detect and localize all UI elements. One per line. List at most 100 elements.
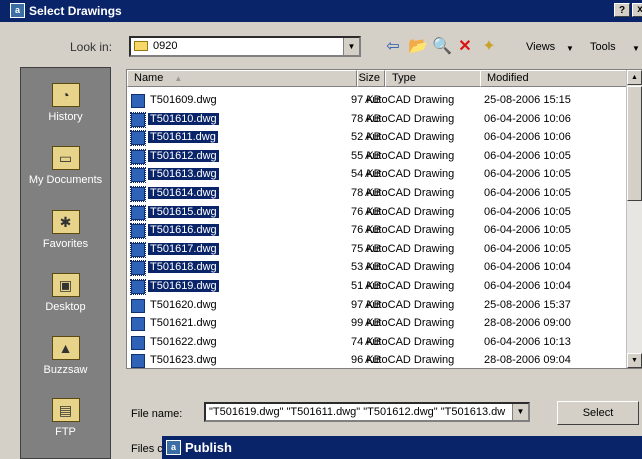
file-modified: 28-08-2006 09:00: [484, 317, 571, 330]
table-row[interactable]: T501615.dwg 76 KB AutoCAD Drawing 06-04-200…: [127, 204, 627, 222]
file-name: T501618.dwg: [148, 261, 219, 274]
file-type: AutoCAD Drawing: [365, 205, 455, 218]
search-web-icon[interactable]: 🔍: [432, 38, 452, 56]
place-label: History: [48, 111, 83, 123]
tools-chevron-icon[interactable]: ▼: [632, 44, 640, 53]
place-label: My Documents: [28, 174, 103, 186]
file-type: AutoCAD Drawing: [365, 149, 455, 162]
file-modified: 06-04-2006 10:06: [484, 112, 571, 125]
scroll-up-icon[interactable]: ▲: [627, 70, 642, 85]
publish-title: Publish: [185, 440, 232, 455]
file-modified: 06-04-2006 10:05: [484, 242, 571, 255]
table-row[interactable]: T501622.dwg 74 KB AutoCAD Drawing 06-04-200…: [127, 334, 627, 352]
table-row[interactable]: T501611.dwg 52 KB AutoCAD Drawing 06-04-200…: [127, 129, 627, 147]
column-header-modified[interactable]: Modified: [480, 70, 627, 87]
file-name: T501619.dwg: [148, 280, 219, 292]
select-button[interactable]: Select: [557, 401, 639, 425]
place-label: Desktop: [45, 301, 86, 313]
chevron-down-icon[interactable]: ▼: [512, 404, 528, 420]
file-type: AutoCAD Drawing: [365, 112, 455, 125]
publish-window-bar[interactable]: a Publish: [162, 436, 642, 459]
column-name-label: Name: [134, 72, 164, 84]
close-button[interactable]: x: [632, 3, 642, 17]
delete-icon[interactable]: ✕: [456, 38, 474, 56]
file-type: AutoCAD Drawing: [365, 224, 455, 237]
table-row[interactable]: T501621.dwg 99 KB AutoCAD Drawing 28-08-200…: [127, 315, 627, 333]
file-type: AutoCAD Drawing: [365, 317, 455, 330]
place-label: Buzzsaw: [43, 364, 88, 376]
place-buzzsaw[interactable]: ▲ Buzzsaw: [21, 336, 110, 376]
table-row[interactable]: T501620.dwg 97 KB AutoCAD Drawing 25-08-200…: [127, 297, 627, 315]
file-type: AutoCAD Drawing: [365, 168, 455, 181]
dwg-file-icon: [130, 223, 146, 240]
views-button[interactable]: Views: [526, 41, 555, 53]
views-chevron-icon[interactable]: ▼: [566, 44, 574, 53]
file-name: T501622.dwg: [150, 335, 217, 348]
table-row[interactable]: T501623.dwg 96 KB AutoCAD Drawing 28-08-200…: [127, 352, 627, 368]
place-desktop[interactable]: ▣ Desktop: [21, 273, 110, 313]
look-in-value: 0920: [153, 40, 178, 52]
up-folder-icon[interactable]: 📂: [408, 38, 428, 56]
file-type: AutoCAD Drawing: [365, 242, 455, 255]
file-type: AutoCAD Drawing: [365, 298, 455, 311]
table-row[interactable]: T501617.dwg 75 KB AutoCAD Drawing 06-04-200…: [127, 241, 627, 259]
file-modified: 06-04-2006 10:05: [484, 187, 571, 199]
table-row[interactable]: T501616.dwg 76 KB AutoCAD Drawing 06-04-200…: [127, 222, 627, 240]
look-in-label: Look in:: [70, 40, 113, 54]
help-button[interactable]: ?: [614, 3, 630, 17]
place-my-documents[interactable]: ▭ My Documents: [21, 146, 110, 186]
file-type: AutoCAD Drawing: [365, 280, 455, 292]
file-modified: 06-04-2006 10:13: [484, 335, 571, 348]
app-icon: a: [10, 3, 25, 18]
column-header-size-label[interactable]: Size: [357, 70, 385, 87]
dwg-file-icon: [130, 148, 146, 165]
dwg-file-icon: [131, 298, 145, 313]
file-name: T501623.dwg: [150, 354, 217, 367]
table-row[interactable]: T501618.dwg 53 KB AutoCAD Drawing 06-04-200…: [127, 259, 627, 277]
look-in-dropdown[interactable]: 0920 ▼: [129, 36, 361, 57]
file-name: T501611.dwg: [148, 131, 218, 144]
table-row[interactable]: T501613.dwg 54 KB AutoCAD Drawing 06-04-200…: [127, 166, 627, 184]
file-modified: 06-04-2006 10:05: [484, 149, 571, 162]
dwg-file-icon: [131, 335, 145, 350]
folder-icon: [134, 41, 148, 51]
file-name: T501609.dwg: [150, 94, 217, 106]
back-icon[interactable]: ⇦: [384, 38, 402, 56]
file-modified: 25-08-2006 15:37: [484, 298, 571, 311]
ftp-icon: ▤: [51, 398, 80, 422]
file-name: T501620.dwg: [150, 298, 217, 311]
scroll-thumb[interactable]: [627, 86, 642, 201]
table-row[interactable]: T501619.dwg 51 KB AutoCAD Drawing 06-04-200…: [127, 278, 627, 296]
my-documents-icon: ▭: [51, 146, 80, 170]
file-type: AutoCAD Drawing: [365, 94, 455, 106]
place-favorites[interactable]: ✱ Favorites: [21, 210, 110, 250]
sort-arrow-icon: ▲: [174, 74, 183, 83]
place-ftp[interactable]: ▤ FTP: [21, 398, 110, 438]
dwg-file-icon: [130, 241, 146, 258]
chevron-down-icon[interactable]: ▼: [343, 38, 359, 55]
place-history[interactable]: ◔ History: [21, 83, 110, 123]
table-row[interactable]: T501614.dwg 78 KB AutoCAD Drawing 06-04-200…: [127, 185, 627, 203]
file-modified: 06-04-2006 10:04: [484, 280, 571, 292]
file-modified: 28-08-2006 09:04: [484, 354, 571, 367]
history-icon: ◔: [51, 83, 80, 107]
file-name: T501613.dwg: [148, 168, 219, 181]
desktop-icon: ▣: [51, 273, 80, 297]
places-bar: ◔ History ▭ My Documents ✱ Favorites ▣ D…: [20, 67, 111, 459]
tools-button[interactable]: Tools: [590, 41, 616, 53]
table-row[interactable]: T501609.dwg 97 KB AutoCAD Drawing 25-08-200…: [127, 92, 627, 110]
dwg-file-icon: [130, 167, 146, 184]
file-modified: 06-04-2006 10:05: [484, 205, 571, 218]
scroll-down-icon[interactable]: ▼: [627, 353, 642, 368]
vertical-scrollbar[interactable]: ▲ ▼: [626, 70, 642, 368]
dwg-file-icon: [131, 317, 145, 332]
file-list[interactable]: Name ▲ Size Type Modified T501609.dwg 97 …: [126, 69, 642, 369]
file-modified: 25-08-2006 15:15: [484, 94, 571, 106]
file-name-field[interactable]: "T501619.dwg" "T501611.dwg" "T501612.dwg…: [204, 402, 530, 422]
table-row[interactable]: T501610.dwg 78 KB AutoCAD Drawing 06-04-200…: [127, 111, 627, 129]
new-folder-icon[interactable]: ✦: [480, 38, 498, 56]
table-row[interactable]: T501612.dwg 55 KB AutoCAD Drawing 06-04-200…: [127, 148, 627, 166]
file-modified: 06-04-2006 10:06: [484, 131, 571, 144]
column-header-name[interactable]: Name ▲: [127, 70, 357, 87]
file-name: T501614.dwg: [148, 187, 219, 199]
